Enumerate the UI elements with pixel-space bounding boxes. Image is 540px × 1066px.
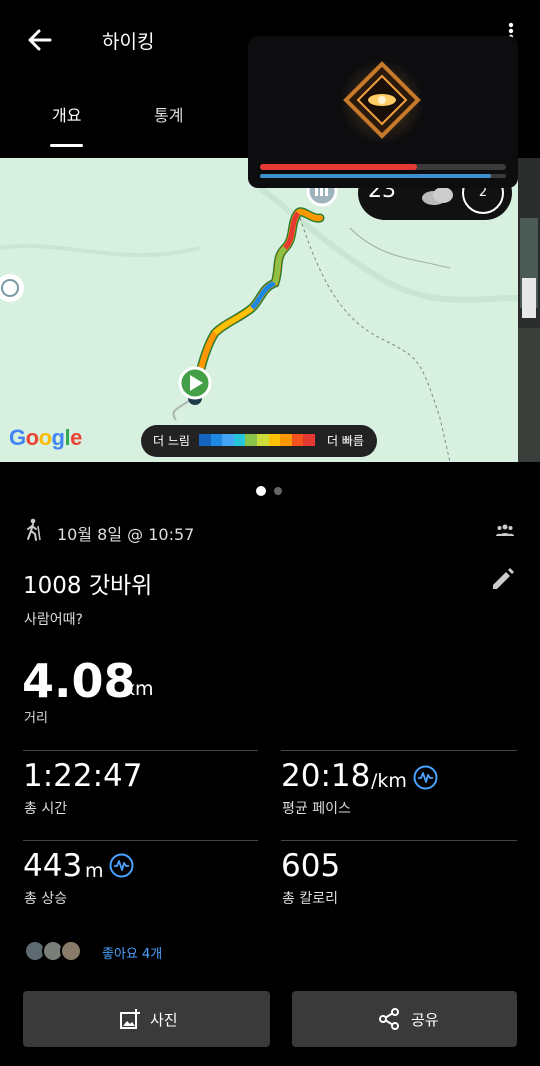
- pace-legend: 더 느림 더 빠름: [141, 425, 377, 457]
- hiking-icon: [27, 518, 41, 541]
- add-photo-label: 사진: [150, 1011, 178, 1029]
- google-logo: Google: [9, 425, 82, 450]
- pager-dot-active[interactable]: [256, 486, 266, 496]
- divider: [281, 750, 517, 751]
- activity-description: 사람어때?: [24, 612, 83, 628]
- back-arrow-icon[interactable]: [22, 22, 58, 58]
- avatar[interactable]: [60, 940, 82, 962]
- pace-color-swatch: [233, 434, 246, 446]
- page-title: 하이킹: [102, 31, 155, 53]
- distance-label: 거리: [24, 711, 48, 726]
- distance-value: 4.08: [22, 654, 136, 708]
- legend-fast-label: 더 빠름: [327, 434, 364, 448]
- add-photo-icon: [120, 1009, 140, 1029]
- total-ascent-value: 443: [23, 848, 83, 884]
- likes-count[interactable]: 좋아요 4개: [102, 943, 162, 962]
- picture-in-picture-video[interactable]: [248, 36, 518, 188]
- total-ascent-unit: m: [85, 860, 104, 882]
- pace-color-swatch: [256, 434, 269, 446]
- group-icon[interactable]: [496, 523, 514, 537]
- total-ascent-label: 총 상승: [24, 891, 68, 907]
- pace-color-swatch: [210, 434, 223, 446]
- avg-pace-unit: /km: [371, 770, 407, 792]
- avg-pace-label: 평균 페이스: [282, 801, 351, 817]
- pace-color-swatch: [199, 434, 211, 446]
- activity-name: 1008 갓바위: [23, 573, 153, 599]
- photo-thumbnail[interactable]: [518, 158, 540, 462]
- total-time-label: 총 시간: [24, 801, 68, 817]
- pace-color-swatch: [245, 434, 257, 446]
- pip-progress-bar: [260, 164, 506, 170]
- pace-color-swatch: [303, 434, 315, 446]
- pager-dot[interactable]: [274, 487, 282, 495]
- calories-value: 605: [281, 848, 341, 884]
- legend-slow-label: 더 느림: [153, 434, 190, 448]
- likes-row[interactable]: 좋아요 4개: [24, 940, 224, 964]
- add-photo-button[interactable]: 사진: [23, 991, 270, 1047]
- share-label: 공유: [411, 1011, 439, 1029]
- pace-color-swatch: [291, 434, 304, 446]
- divider: [23, 840, 258, 841]
- photo-image: [518, 158, 540, 462]
- divider: [23, 750, 258, 751]
- elevation-chart-icon[interactable]: [109, 853, 134, 878]
- pace-color-swatch: [280, 434, 292, 446]
- tab-statistics[interactable]: 통계: [154, 102, 183, 126]
- total-time-value: 1:22:47: [23, 758, 143, 794]
- tab-indicator: [50, 144, 83, 147]
- pip-secondary-bar: [260, 174, 506, 178]
- activity-meta-row: 10월 8일 @ 10:57: [24, 518, 518, 544]
- distance-unit: km: [124, 678, 154, 700]
- share-button[interactable]: 공유: [292, 991, 517, 1047]
- pace-color-swatch: [222, 434, 234, 446]
- edit-pencil-icon[interactable]: [490, 566, 516, 592]
- avg-pace-value: 20:18: [281, 758, 371, 794]
- activity-date: 10월 8일 @ 10:57: [57, 525, 195, 544]
- tab-overview[interactable]: 개요: [52, 102, 81, 126]
- divider: [281, 840, 517, 841]
- calories-label: 총 칼로리: [282, 891, 338, 907]
- pace-color-scale: [199, 434, 315, 446]
- pace-chart-icon[interactable]: [413, 765, 438, 790]
- share-icon: [379, 1008, 399, 1030]
- pace-color-swatch: [268, 434, 281, 446]
- map-pager[interactable]: [256, 486, 286, 496]
